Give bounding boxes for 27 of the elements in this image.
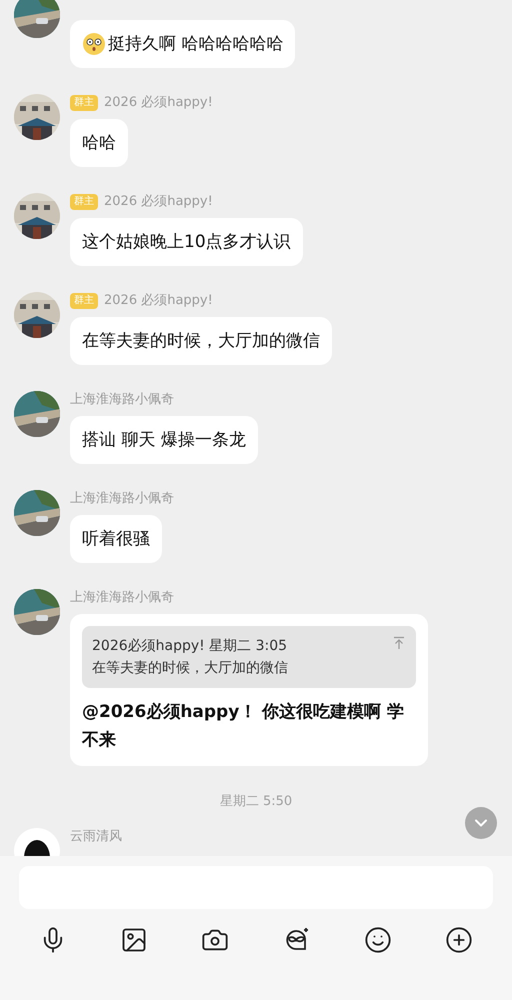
quoted-message[interactable]: 2026必须happy! 星期二 3:05 在等夫妻的时候，大厅加的微信 bbox=[82, 626, 416, 688]
smiley-icon bbox=[364, 926, 392, 954]
timestamp: 星期二 5:50 bbox=[220, 793, 292, 810]
message-bubble: 搭讪 聊天 爆操一条龙 bbox=[70, 416, 258, 464]
sender-name: 云雨清风 bbox=[70, 828, 122, 846]
quote-header: 2026必须happy! 星期二 3:05 bbox=[92, 637, 288, 656]
sender-name: 2026 必须happy! bbox=[104, 193, 213, 211]
plus-icon bbox=[445, 926, 474, 954]
sender-name: 上海淮海路小佩奇 bbox=[70, 589, 174, 607]
message-bubble: 哈哈 bbox=[70, 119, 128, 167]
sender-name: 上海淮海路小佩奇 bbox=[70, 490, 174, 508]
toolbar-button[interactable] bbox=[444, 925, 474, 955]
message-text: @2026必须happy！ 你这很吃建模啊 学不来 bbox=[82, 701, 406, 752]
sender-name: 上海淮海路小佩奇 bbox=[70, 391, 174, 409]
message-bubble: 听着很骚 bbox=[70, 515, 162, 563]
owner-badge: 群主 bbox=[70, 194, 98, 210]
sender-name: 2026 必须happy! bbox=[104, 292, 213, 310]
sender-name: 2026 必须happy! bbox=[104, 94, 213, 112]
message-bubble: 这个姑娘晚上10点多才认识 bbox=[70, 218, 303, 266]
message-bubble: 挺持久啊 哈哈哈哈哈哈 bbox=[70, 20, 296, 68]
quote-text: 在等夫妻的时候，大厅加的微信 bbox=[92, 659, 288, 678]
owner-badge: 群主 bbox=[70, 95, 98, 111]
arrow-up-icon bbox=[392, 636, 406, 650]
owner-badge: 群主 bbox=[70, 293, 98, 309]
image-icon bbox=[120, 926, 148, 954]
message-bubble: 在等夫妻的时候，大厅加的微信 bbox=[70, 317, 332, 365]
toolbar-button[interactable] bbox=[362, 925, 393, 955]
